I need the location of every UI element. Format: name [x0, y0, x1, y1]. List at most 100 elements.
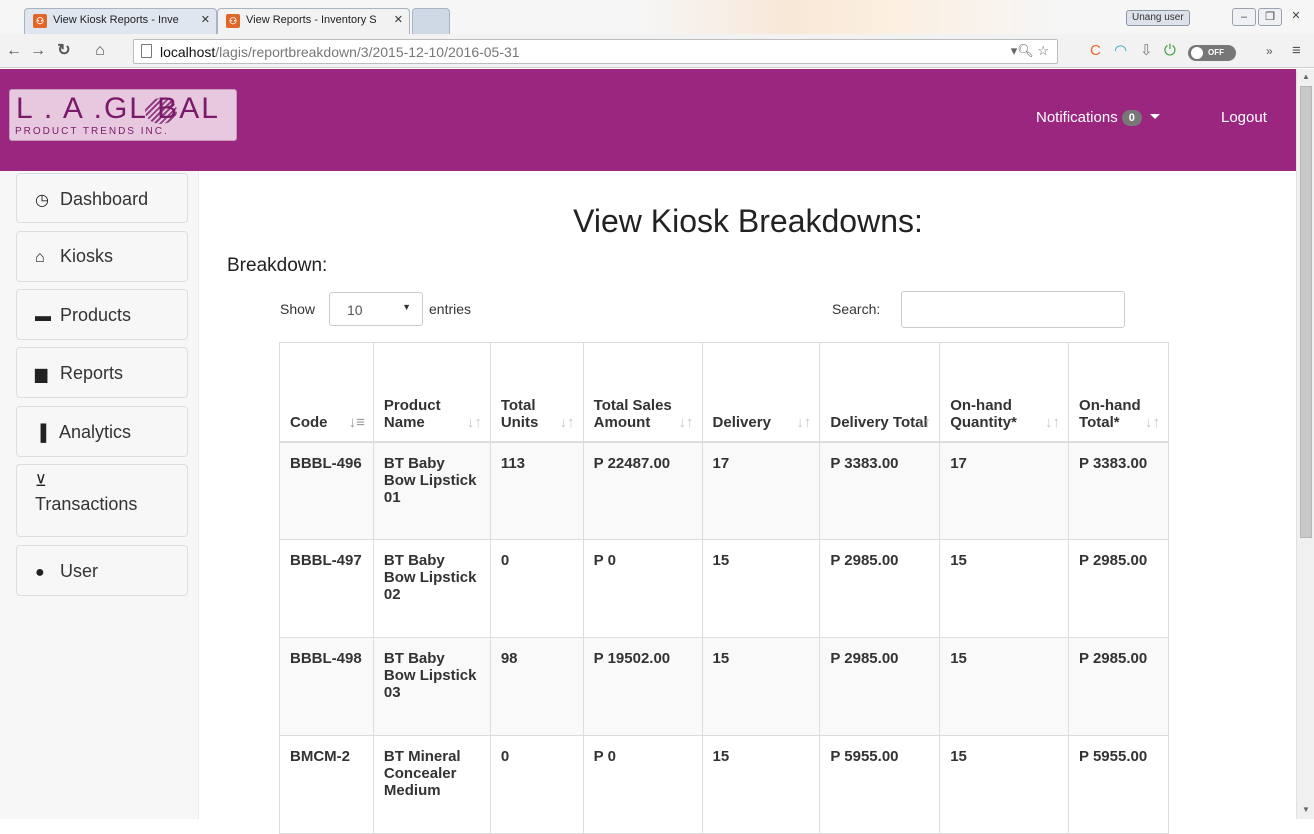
logout-link[interactable]: Logout — [1221, 109, 1267, 126]
user-icon: ● — [35, 564, 45, 581]
close-tab-icon[interactable]: ✕ — [201, 13, 210, 26]
url-host: localhost — [160, 44, 216, 60]
reload-icon[interactable]: ↻ — [54, 42, 74, 60]
sidebar-item-products[interactable]: ▬ Products — [16, 289, 188, 340]
table-cell: P 3383.00 — [1068, 441, 1169, 540]
file-icon: ▆ — [35, 366, 48, 383]
home-icon: ⌂ — [35, 249, 45, 266]
browser-tab-kiosk-reports[interactable]: ⚇ View Kiosk Reports - Inve ✕ — [24, 8, 217, 34]
column-header-on-hand-quantity[interactable]: On-hand Quantity* ↓↑ — [939, 342, 1070, 442]
sidebar-item-transactions[interactable]: ⊻ Transactions — [16, 464, 188, 537]
sort-icon: ↓↑ — [466, 413, 482, 431]
page-title: View Kiosk Breakdowns: — [573, 203, 923, 239]
caret-down-icon — [1149, 114, 1160, 119]
search-input[interactable] — [901, 291, 1125, 328]
minimize-window-button[interactable]: – — [1232, 8, 1256, 26]
browser-tabstrip: ⚇ View Kiosk Reports - Inve ✕ ⚇ View Rep… — [0, 0, 1314, 34]
bar-chart-icon: ▐ — [35, 425, 47, 442]
notifications-dropdown[interactable]: Notifications 0 — [1036, 109, 1160, 126]
zoom-bookmark-icons[interactable]: ▾🔍︎ ☆ — [1011, 43, 1049, 59]
sidebar-item-kiosks[interactable]: ⌂ Kiosks — [16, 231, 188, 282]
sort-icon: ↓↑ — [559, 413, 575, 431]
column-header-total-sales-amount[interactable]: Total Sales Amount ↓↑ — [582, 342, 703, 442]
table-cell: 15 — [939, 539, 1070, 638]
app-navbar: L . A .GL BAL PRODUCT TRENDS INC. Notifi… — [0, 69, 1296, 171]
browser-tab-title: View Reports - Inventory S — [246, 14, 377, 26]
sort-icon: ↓↑ — [1145, 413, 1160, 431]
sort-icon: ↓↑ — [796, 413, 812, 431]
main-content: View Kiosk Breakdowns: Breakdown: Show 1… — [200, 171, 1296, 834]
column-header-code[interactable]: Code ↓≡ — [279, 342, 374, 442]
table-row: BBBL-497 BT Baby Bow Lipstick 02 0 P 0 1… — [279, 539, 1169, 638]
table-cell: 113 — [489, 441, 584, 540]
table-cell: BBBL-497 — [279, 539, 374, 638]
address-bar[interactable]: localhost/lagis/reportbreakdown/3/2015-1… — [133, 39, 1058, 64]
table-cell: P 2985.00 — [819, 539, 941, 638]
scroll-up-icon[interactable]: ▲ — [1302, 72, 1310, 81]
url-path: /lagis/reportbreakdown/3/2015-12-10/2016… — [215, 44, 520, 60]
home-browser-icon[interactable]: ⌂ — [90, 42, 110, 60]
close-window-button[interactable]: ✕ — [1284, 8, 1308, 26]
column-header-label: Total Units — [500, 396, 539, 431]
column-header-product-name[interactable]: Product Name ↓↑ — [372, 342, 491, 442]
back-icon[interactable]: ← — [4, 42, 24, 60]
table-cell: 0 — [489, 539, 584, 638]
cart-icon: ⊻ — [35, 473, 47, 490]
table-row: BBBL-496 BT Baby Bow Lipstick 01 113 P 2… — [279, 441, 1169, 540]
table-cell: BBBL-496 — [279, 441, 374, 540]
table-cell: P 2985.00 — [819, 637, 941, 736]
table-cell: 98 — [489, 637, 584, 736]
table-cell: BT Baby Bow Lipstick 01 — [372, 441, 491, 540]
sort-icon: ↓↑ — [678, 413, 694, 431]
scrollbar-thumb[interactable] — [1300, 86, 1312, 538]
site-favicon-icon: ⚇ — [226, 14, 240, 28]
breakdown-table: Code ↓≡ Product Name ↓↑ Total Units ↓↑ Tota… — [279, 342, 1169, 834]
browser-menu-icon[interactable]: ≡ — [1292, 41, 1301, 61]
sidebar-item-label: Transactions — [35, 494, 138, 514]
sidebar-item-dashboard[interactable]: ◷ Dashboard — [16, 173, 188, 223]
column-header-label: Code — [290, 413, 328, 431]
section-subtitle: Breakdown: — [227, 255, 328, 276]
column-header-label: Delivery — [712, 413, 771, 431]
table-cell: 15 — [939, 637, 1070, 736]
sidebar-item-reports[interactable]: ▆ Reports — [16, 347, 188, 398]
column-header-on-hand-total[interactable]: On-hand Total* ↓↑ — [1068, 342, 1169, 442]
column-header-label: On-hand Total* — [1079, 396, 1141, 431]
scroll-down-icon[interactable]: ▼ — [1302, 805, 1310, 814]
extension-c-icon[interactable]: C — [1090, 41, 1101, 61]
sidebar-item-label: Analytics — [59, 422, 132, 442]
column-header-total-units[interactable]: Total Units ↓↑ — [489, 342, 584, 442]
browser-tab-title: View Kiosk Reports - Inve — [53, 14, 179, 26]
sidebar-item-user[interactable]: ● User — [16, 545, 188, 596]
extension-toggle[interactable]: OFF — [1188, 45, 1236, 61]
column-header-delivery-total[interactable]: Delivery Total ↓↑ — [819, 342, 941, 442]
browser-tab-view-reports[interactable]: ⚇ View Reports - Inventory S ✕ — [217, 8, 410, 34]
close-tab-icon[interactable]: ✕ — [394, 13, 403, 26]
table-header-row: Code ↓≡ Product Name ↓↑ Total Units ↓↑ Tota… — [279, 342, 1169, 442]
restore-window-button[interactable]: ❐ — [1258, 8, 1282, 26]
sidebar-item-analytics[interactable]: ▐ Analytics — [16, 406, 188, 457]
page-scrollbar[interactable]: ▲ ▼ — [1296, 69, 1314, 819]
browser-user-badge[interactable]: Unang user — [1126, 10, 1190, 26]
sort-ascending-icon: ↓≡ — [348, 413, 365, 431]
extension-power-icon[interactable]: ⏻ — [1164, 41, 1176, 61]
page-length-value: 10 — [347, 302, 363, 318]
table-cell: P 19502.00 — [582, 637, 703, 736]
sidebar-item-label: Reports — [60, 363, 124, 383]
sidebar: ◷ Dashboard ⌂ Kiosks ▬ Products ▆ Report… — [0, 171, 199, 819]
table-cell: 17 — [939, 441, 1070, 540]
column-header-delivery[interactable]: Delivery ↓↑ — [701, 342, 821, 442]
forward-icon[interactable]: → — [28, 42, 48, 60]
brand-logo[interactable]: L . A .GL BAL PRODUCT TRENDS INC. — [9, 89, 237, 141]
extension-headset-icon[interactable]: ◠ — [1114, 41, 1127, 61]
show-label: Show — [280, 301, 316, 317]
more-extensions-icon[interactable]: » — [1266, 41, 1273, 61]
page-length-select[interactable]: 10 ▼ — [329, 292, 423, 326]
table-cell: 15 — [701, 637, 821, 736]
url-text: localhost/lagis/reportbreakdown/3/2015-1… — [160, 44, 520, 60]
sidebar-item-label: User — [60, 561, 99, 581]
sidebar-item-label: Kiosks — [60, 246, 114, 266]
new-tab-button[interactable] — [412, 8, 450, 34]
extension-download-icon[interactable]: ⇩ — [1140, 41, 1153, 61]
table-cell: BT Baby Bow Lipstick 02 — [372, 539, 491, 638]
